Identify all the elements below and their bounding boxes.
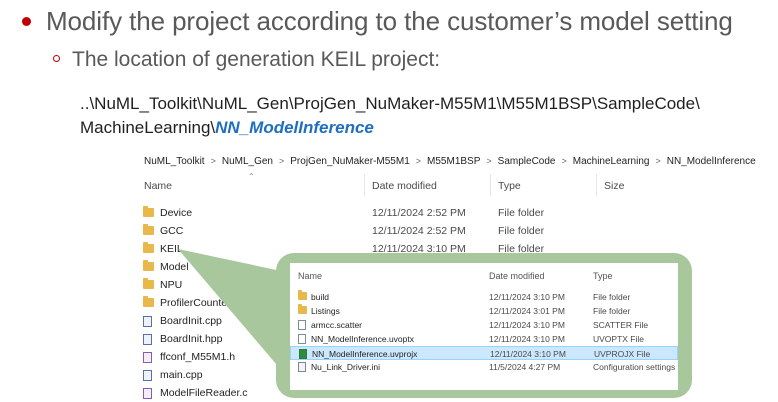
cpp-file-icon	[143, 370, 152, 381]
file-type: File folder	[498, 225, 545, 237]
sub-bullet-text: The location of generation KEIL project:	[72, 48, 441, 71]
breadcrumb-item[interactable]: NN_ModelInference	[667, 156, 756, 167]
file-type: UVOPTX File	[593, 334, 645, 344]
file-type: File folder	[498, 207, 545, 219]
file-date: 12/11/2024 3:01 PM	[489, 306, 565, 316]
keil-file-row-selected[interactable]: NN_ModelInference.uvprojx 12/11/2024 3:1…	[290, 346, 678, 360]
column-header-name[interactable]: Name	[144, 180, 172, 192]
sort-ascending-icon: ⌃	[248, 172, 255, 181]
folder-icon	[143, 224, 154, 235]
column-divider[interactable]	[596, 174, 597, 196]
file-type: File folder	[593, 306, 631, 316]
folder-icon	[143, 278, 154, 289]
breadcrumb-item[interactable]: NuML_Gen	[222, 156, 273, 167]
file-name: ffconf_M55M1.h	[160, 351, 236, 363]
folder-icon	[298, 290, 307, 300]
file-type: File folder	[593, 292, 631, 302]
uvprojx-icon	[299, 349, 307, 359]
file-icon	[298, 334, 306, 344]
breadcrumb-separator: >	[561, 156, 567, 166]
file-icon	[298, 320, 306, 330]
file-name: GCC	[160, 225, 184, 237]
file-name: BoardInit.cpp	[160, 315, 222, 327]
file-name: ProfilerCounter	[160, 297, 231, 309]
breadcrumb-separator: >	[279, 156, 285, 166]
file-name: KEIL	[160, 243, 183, 255]
file-type: SCATTER File	[593, 320, 649, 330]
breadcrumb-separator: >	[415, 156, 422, 166]
path-highlight: NN_ModelInference	[215, 118, 374, 137]
column-header-type[interactable]: Type	[498, 180, 521, 192]
folder-icon	[143, 260, 154, 271]
file-date: 12/11/2024 2:52 PM	[372, 207, 466, 219]
keil-file-row[interactable]: Listings 12/11/2024 3:01 PM File folder	[290, 304, 678, 318]
breadcrumb-item[interactable]: ProjGen_NuMaker-M55M1	[290, 156, 410, 167]
file-type: UVPROJX File	[594, 349, 651, 359]
file-name: build	[311, 292, 329, 302]
ini-file-icon	[298, 362, 306, 372]
file-date: 11/5/2024 4:27 PM	[489, 362, 561, 372]
file-name: Nu_Link_Driver.ini	[311, 362, 380, 372]
breadcrumb-item[interactable]: NuML_Toolkit	[144, 156, 205, 167]
file-date: 12/11/2024 3:10 PM	[489, 292, 565, 302]
keil-file-row[interactable]: Nu_Link_Driver.ini 11/5/2024 4:27 PM Con…	[290, 360, 678, 374]
file-name: ModelFileReader.c	[160, 387, 248, 399]
file-name: main.cpp	[160, 369, 203, 381]
column-header-size[interactable]: Size	[604, 180, 624, 192]
breadcrumb-separator: >	[486, 156, 492, 166]
folder-icon	[143, 296, 154, 307]
keil-column-header-date[interactable]: Date modified	[489, 271, 545, 281]
file-name: NN_ModelInference.uvoptx	[311, 334, 415, 344]
bullet-heading: Modify the project according to the cust…	[46, 6, 733, 36]
file-date: 12/11/2024 3:10 PM	[489, 334, 565, 344]
column-header-date[interactable]: Date modified	[372, 180, 437, 192]
hpp-file-icon	[143, 334, 152, 345]
header-file-icon	[143, 352, 152, 363]
path-line-1: ..\NuML_Toolkit\NuML_Gen\ProjGen_NuMaker…	[80, 94, 700, 113]
keil-column-header-name[interactable]: Name	[298, 271, 322, 281]
file-type: Configuration settings	[593, 362, 676, 372]
breadcrumb-item[interactable]: M55M1BSP	[427, 156, 480, 167]
file-name: NN_ModelInference.uvprojx	[312, 349, 418, 359]
breadcrumb-separator: >	[655, 156, 661, 166]
bullet-dot	[22, 17, 31, 26]
folder-icon	[298, 304, 307, 314]
column-divider[interactable]	[364, 174, 365, 196]
breadcrumb-separator: >	[210, 156, 216, 166]
folder-icon	[143, 242, 154, 253]
file-name: armcc.scatter	[311, 320, 363, 330]
file-name: Listings	[311, 306, 340, 316]
c-file-icon	[143, 388, 152, 399]
path-line-2: MachineLearning\NN_ModelInference	[80, 118, 374, 138]
cpp-file-icon	[143, 316, 152, 327]
breadcrumb: NuML_Toolkit > NuML_Gen > ProjGen_NuMaker-…	[138, 152, 764, 170]
file-name: Model	[160, 261, 189, 273]
sub-bullet-marker	[53, 55, 60, 62]
file-row[interactable]: GCC 12/11/2024 2:52 PM File folder	[138, 223, 758, 240]
keil-column-header-type[interactable]: Type	[593, 271, 613, 281]
keil-file-row[interactable]: build 12/11/2024 3:10 PM File folder	[290, 290, 678, 304]
file-date: 12/11/2024 3:10 PM	[489, 320, 565, 330]
column-divider[interactable]	[490, 174, 491, 196]
folder-icon	[143, 206, 154, 217]
keil-file-row[interactable]: NN_ModelInference.uvoptx 12/11/2024 3:10…	[290, 332, 678, 346]
breadcrumb-item[interactable]: MachineLearning	[573, 156, 650, 167]
file-name: BoardInit.hpp	[160, 333, 223, 345]
file-name: Device	[160, 207, 193, 219]
keil-file-row[interactable]: armcc.scatter 12/11/2024 3:10 PM SCATTER…	[290, 318, 678, 332]
file-row[interactable]: Device 12/11/2024 2:52 PM File folder	[138, 205, 758, 222]
breadcrumb-item[interactable]: SampleCode	[498, 156, 556, 167]
file-date: 12/11/2024 3:10 PM	[490, 349, 566, 359]
path-prefix: MachineLearning\	[80, 118, 216, 137]
file-date: 12/11/2024 2:52 PM	[372, 225, 466, 237]
file-name: NPU	[160, 279, 183, 291]
